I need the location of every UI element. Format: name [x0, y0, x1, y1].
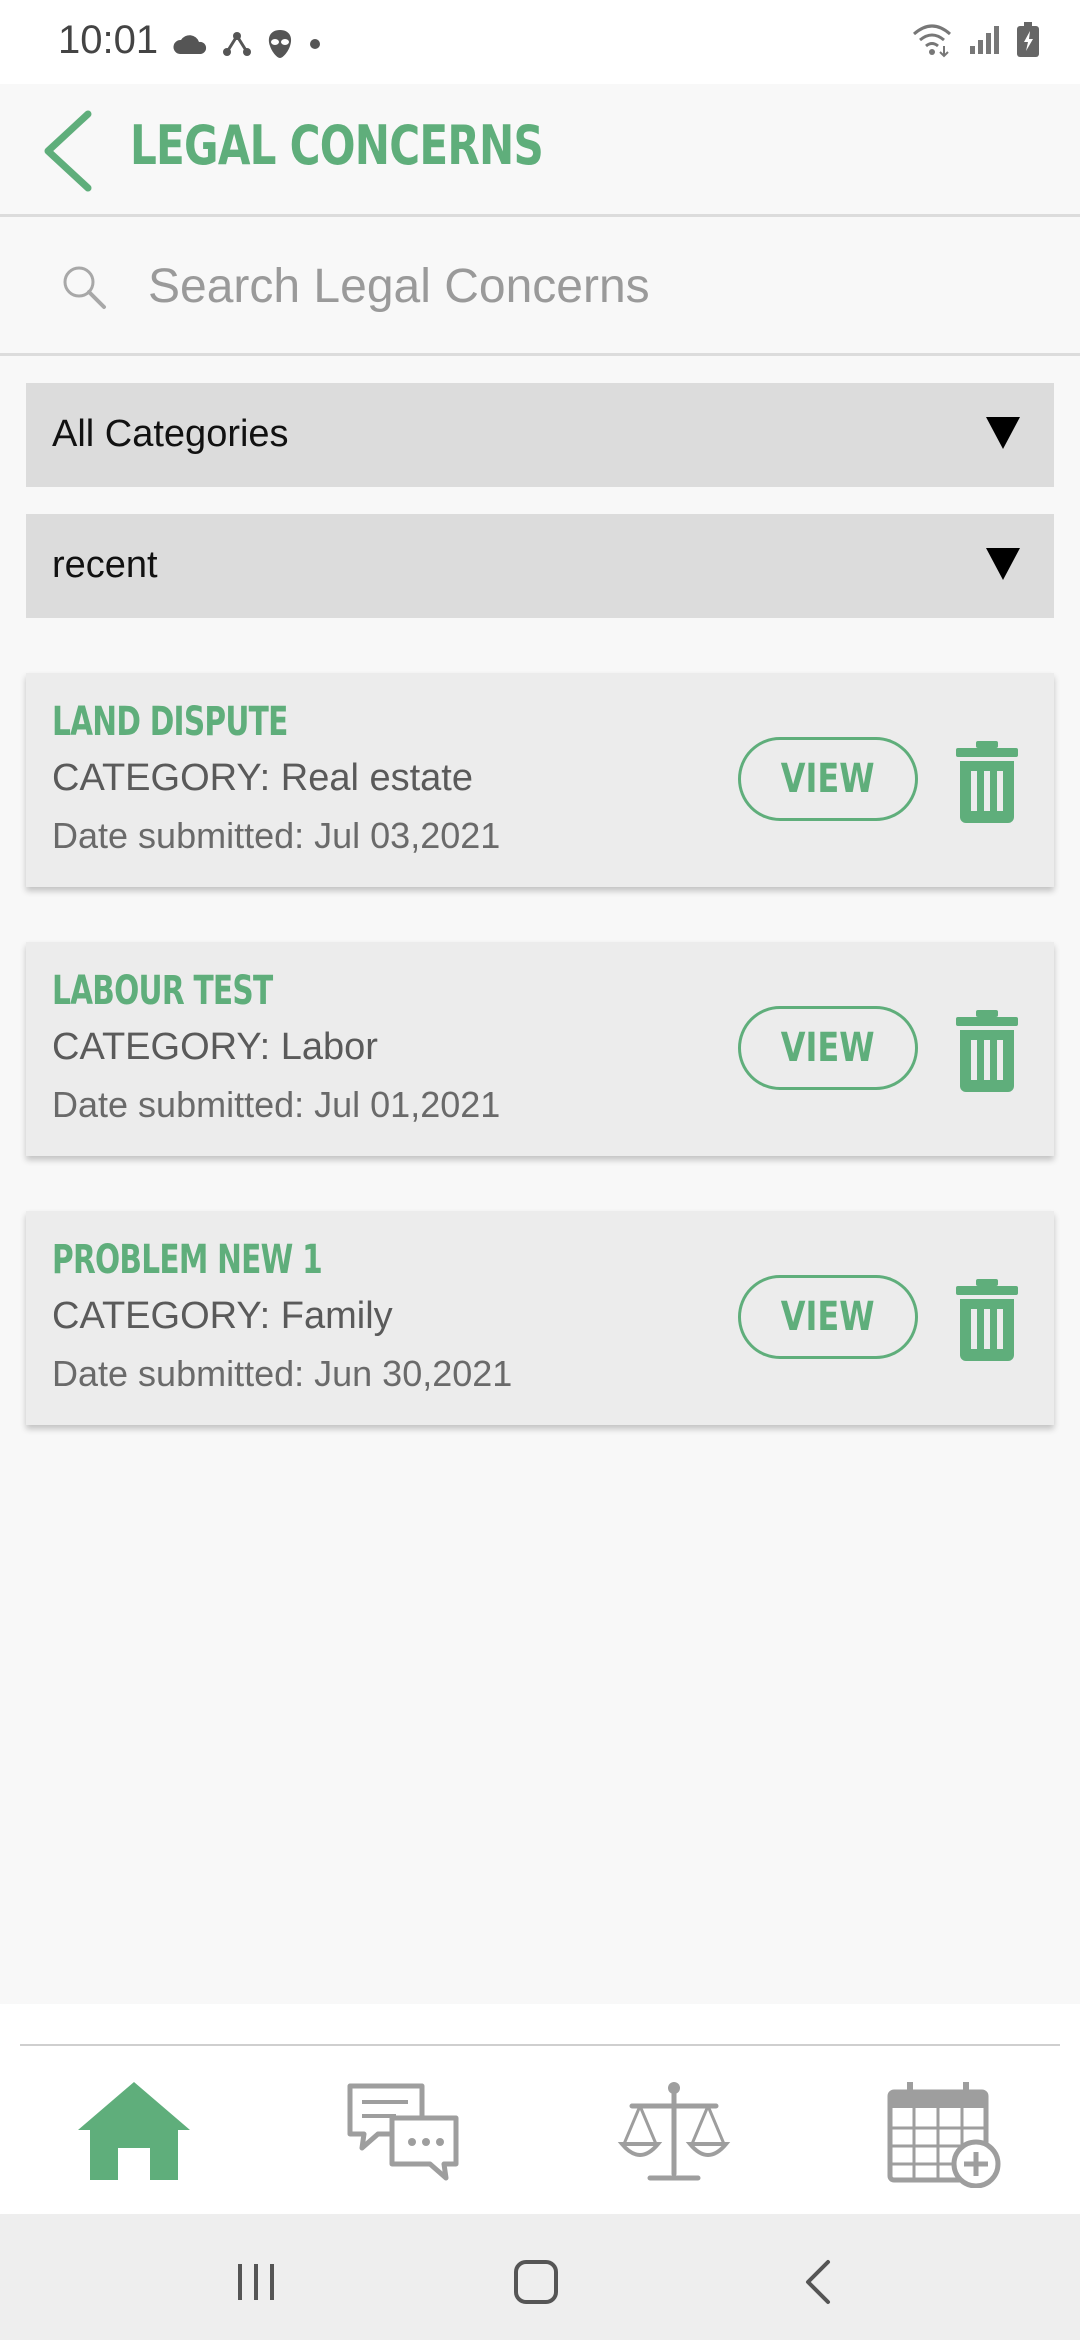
concern-date: Date submitted: Jul 03,2021 — [52, 815, 501, 856]
view-button-label: VIEW — [781, 1025, 875, 1071]
view-button-label: VIEW — [781, 1294, 875, 1340]
nav-home[interactable] — [74, 2078, 194, 2188]
alien-icon — [268, 30, 292, 58]
concern-title: LABOUR TEST — [52, 968, 273, 1014]
chevron-left-icon — [44, 110, 92, 192]
nav-calendar[interactable] — [884, 2078, 1004, 2189]
scales-icon — [617, 2082, 731, 2181]
concern-date: Date submitted: Jun 30,2021 — [52, 1353, 513, 1394]
system-back-button[interactable] — [790, 2252, 850, 2312]
home-square-icon — [514, 2260, 558, 2304]
delete-button[interactable] — [954, 1010, 1020, 1092]
status-icons-right — [910, 22, 1040, 58]
home-icon — [78, 2082, 190, 2180]
nav-chat[interactable] — [344, 2078, 464, 2188]
recent-apps-button[interactable] — [226, 2252, 286, 2312]
page-title: LEGAL CONCERNS — [130, 114, 544, 177]
search-icon — [63, 266, 106, 309]
chat-icon — [347, 2083, 459, 2181]
battery-icon — [1017, 22, 1039, 57]
bottom-divider — [20, 2044, 1060, 2046]
search-bar — [0, 217, 1080, 356]
wifi-icon — [913, 24, 951, 58]
status-icons-left — [172, 24, 322, 64]
dropdown-arrow-icon — [986, 417, 1020, 449]
concern-category: CATEGORY: Real estate — [52, 757, 473, 799]
app-header: LEGAL CONCERNS — [0, 84, 1080, 217]
back-button[interactable] — [36, 108, 106, 194]
network-icon — [223, 32, 251, 56]
back-arrow-icon — [806, 2260, 830, 2304]
category-dropdown[interactable]: All Categories — [26, 383, 1054, 487]
recent-apps-icon — [238, 2264, 274, 2300]
concern-card: LABOUR TEST CATEGORY: Labor Date submitt… — [26, 942, 1054, 1156]
concern-card: LAND DISPUTE CATEGORY: Real estate Date … — [26, 673, 1054, 887]
concern-title: LAND DISPUTE — [52, 699, 288, 745]
calendar-add-icon — [887, 2082, 1001, 2189]
view-button[interactable]: VIEW — [738, 1275, 918, 1359]
view-button[interactable]: VIEW — [738, 1006, 918, 1090]
trash-icon — [956, 1279, 1018, 1361]
delete-button[interactable] — [954, 1279, 1020, 1361]
view-button[interactable]: VIEW — [738, 737, 918, 821]
delete-button[interactable] — [954, 741, 1020, 823]
home-button[interactable] — [506, 2252, 566, 2312]
concern-date: Date submitted: Jul 01,2021 — [52, 1084, 501, 1125]
signal-icon — [970, 26, 999, 54]
dropdown-arrow-icon — [986, 548, 1020, 580]
concern-category: CATEGORY: Labor — [52, 1026, 378, 1068]
concern-card: PROBLEM NEW 1 CATEGORY: Family Date subm… — [26, 1211, 1054, 1425]
cloud-icon — [173, 35, 207, 54]
concern-title: PROBLEM NEW 1 — [52, 1237, 323, 1283]
sort-dropdown[interactable]: recent — [26, 514, 1054, 618]
trash-icon — [956, 741, 1018, 823]
sort-dropdown-value: recent — [52, 544, 158, 586]
search-input[interactable] — [146, 247, 1030, 325]
nav-legal[interactable] — [614, 2078, 734, 2188]
category-dropdown-value: All Categories — [52, 413, 289, 455]
dot-icon — [310, 39, 320, 49]
view-button-label: VIEW — [781, 756, 875, 802]
concern-category: CATEGORY: Family — [52, 1295, 393, 1337]
status-time: 10:01 — [58, 18, 159, 62]
status-bar: 10:01 — [0, 0, 1080, 84]
system-nav — [0, 2214, 1080, 2340]
bottom-nav — [0, 2004, 1080, 2214]
trash-icon — [956, 1010, 1018, 1092]
